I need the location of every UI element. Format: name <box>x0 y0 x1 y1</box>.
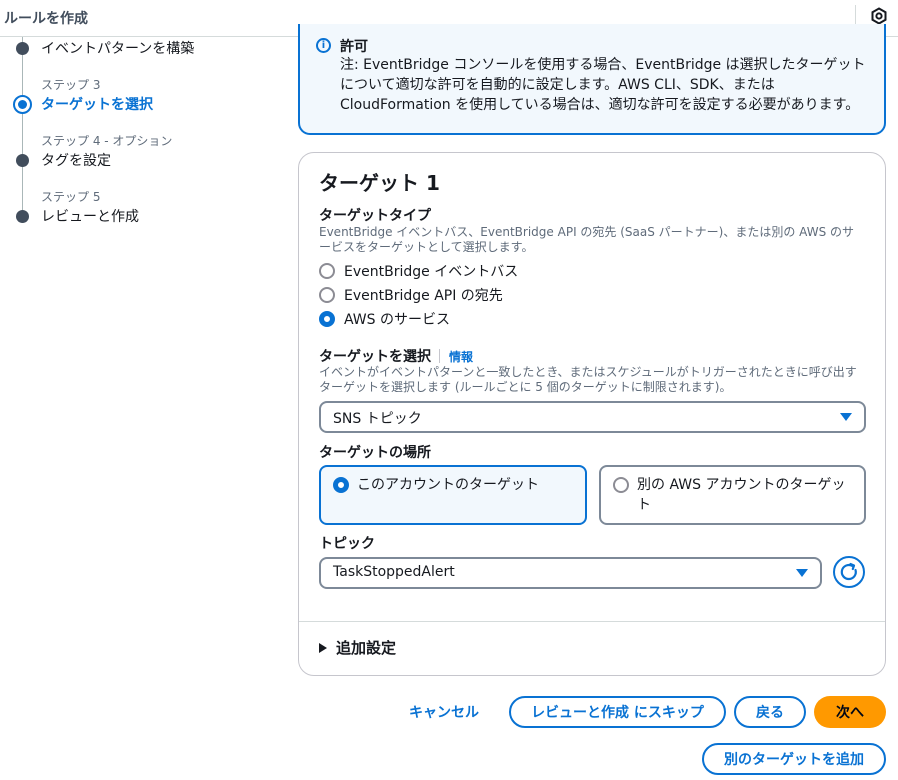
target-location-label: ターゲットの場所 <box>319 445 431 461</box>
caret-down-icon <box>840 413 852 421</box>
steps-rail <box>22 37 23 212</box>
back-button[interactable]: 戻る <box>734 696 806 728</box>
tile-this-account[interactable]: このアカウントのターゲット <box>319 465 587 525</box>
select-target-label: ターゲットを選択 <box>319 349 431 365</box>
radio-aws-service[interactable]: AWS のサービス <box>319 309 450 329</box>
refresh-icon <box>840 562 857 581</box>
hexagon-settings-icon[interactable] <box>870 7 888 25</box>
radio-button[interactable] <box>319 287 335 303</box>
radio-label: AWS のサービス <box>344 312 450 328</box>
step-build-pattern[interactable]: イベントパターンを構築 <box>41 38 194 58</box>
add-another-target-button[interactable]: 別のターゲットを追加 <box>702 743 886 775</box>
radio-eventbridge-bus[interactable]: EventBridge イベントバス <box>319 261 518 281</box>
target-type-label: ターゲットタイプ <box>319 208 431 224</box>
page-title: ルールを作成 <box>4 11 88 27</box>
tile-label: このアカウントのターゲット <box>357 477 539 493</box>
radio-button[interactable] <box>613 477 629 493</box>
target-heading: ターゲット 1 <box>319 171 440 195</box>
info-link[interactable]: 情報 <box>449 350 473 364</box>
expander-label: 追加設定 <box>336 639 397 657</box>
step-indicator <box>16 154 29 167</box>
radio-button-checked[interactable] <box>333 477 349 493</box>
alert-title: 許可 <box>340 39 368 55</box>
next-button[interactable]: 次へ <box>814 696 886 728</box>
cancel-button[interactable]: キャンセル <box>398 696 490 728</box>
select-target-label-row: ターゲットを選択 情報 <box>319 346 473 366</box>
radio-api-destination[interactable]: EventBridge API の宛先 <box>319 285 503 305</box>
step-indicator-complete <box>16 42 29 55</box>
step-configure-tags: タグを設定 <box>41 153 111 169</box>
caret-right-icon <box>319 642 327 653</box>
additional-settings-expander[interactable]: 追加設定 <box>319 637 396 658</box>
select-value: TaskStoppedAlert <box>333 564 455 580</box>
step-label: ステップ 4 - オプション <box>41 134 173 148</box>
label-divider <box>439 349 440 363</box>
alert-body: 注: EventBridge コンソールを使用する場合、EventBridge … <box>340 57 866 113</box>
permissions-info-alert: i 許可 注: EventBridge コンソールを使用する場合、EventBr… <box>298 24 886 135</box>
step-indicator <box>16 210 29 223</box>
select-value: SNS トピック <box>333 411 422 427</box>
caret-down-icon <box>796 569 808 577</box>
step-label: ステップ 3 <box>41 78 101 92</box>
skip-to-review-button[interactable]: レビューと作成 にスキップ <box>509 696 726 728</box>
info-icon: i <box>316 38 331 53</box>
radio-label: EventBridge イベントバス <box>344 264 519 280</box>
tile-label: 別の AWS アカウントのターゲット <box>637 477 846 513</box>
section-divider <box>299 621 885 622</box>
step-indicator-active <box>13 95 32 114</box>
refresh-topics-button[interactable] <box>833 556 865 588</box>
target-type-description: EventBridge イベントバス、EventBridge API の宛先 (… <box>319 225 855 254</box>
step-review-create: レビューと作成 <box>41 209 139 225</box>
target-service-select[interactable]: SNS トピック <box>319 401 866 433</box>
tile-other-account[interactable]: 別の AWS アカウントのターゲット <box>599 465 866 525</box>
step-label: ステップ 5 <box>41 190 101 204</box>
radio-label: EventBridge API の宛先 <box>344 288 503 304</box>
target-1-container: ターゲット 1 ターゲットタイプ EventBridge イベントバス、Even… <box>298 152 886 676</box>
select-target-description: イベントがイベントパターンと一致したとき、またはスケジュールがトリガーされたとき… <box>319 365 857 394</box>
topic-label: トピック <box>319 536 375 552</box>
radio-button-checked[interactable] <box>319 311 335 327</box>
topic-select[interactable]: TaskStoppedAlert <box>319 557 822 589</box>
radio-button[interactable] <box>319 263 335 279</box>
step-select-target: ターゲットを選択 <box>41 97 153 113</box>
